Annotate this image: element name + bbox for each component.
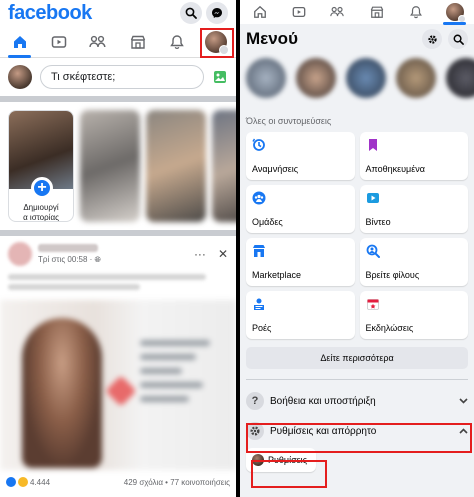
- events-icon: [366, 297, 380, 311]
- tile-find-friends[interactable]: Βρείτε φίλους: [359, 238, 468, 286]
- post-stats: 4.444 429 σχόλια • 77 κοινοποιήσεις: [0, 470, 236, 494]
- post-author-avatar[interactable]: [8, 242, 32, 266]
- profile-shortcut[interactable]: [396, 58, 436, 98]
- story-thumbnail[interactable]: [212, 110, 236, 222]
- settings-privacy-label: Ρυθμίσεις και απόρρητο: [270, 425, 377, 437]
- video-icon: [292, 6, 305, 18]
- feeds-icon: [252, 297, 266, 311]
- feed-tab-bar: [0, 26, 236, 58]
- bell-icon: [409, 6, 422, 19]
- post-text: [0, 272, 236, 300]
- help-icon: ?: [246, 392, 264, 410]
- settings-gear-icon[interactable]: [422, 29, 442, 49]
- search-icon[interactable]: [448, 29, 468, 49]
- friends-icon: [330, 6, 344, 17]
- marketplace-tab[interactable]: [357, 0, 396, 24]
- find-friends-icon: [366, 244, 380, 258]
- tile-groups[interactable]: Ομάδες: [246, 185, 355, 233]
- video-tab[interactable]: [39, 26, 78, 57]
- tile-memories[interactable]: Αναμνήσεις: [246, 132, 355, 180]
- store-icon: [130, 35, 145, 49]
- stories-row: + Δημιουργί α ιστορίας: [0, 102, 236, 230]
- globe-icon: 🌐︎: [94, 254, 101, 264]
- profile-shortcut[interactable]: [446, 58, 474, 98]
- home-icon: [13, 35, 26, 48]
- comments-shares-count[interactable]: 429 σχόλια • 77 κοινοποιήσεις: [124, 478, 230, 487]
- post-author-name[interactable]: [38, 243, 98, 252]
- tile-saved[interactable]: Αποθηκευμένα: [359, 132, 468, 180]
- store-icon: [370, 6, 383, 18]
- photo-icon[interactable]: [212, 69, 228, 85]
- feed-post: Τρί στις 00:58 · 🌐︎ ··· ✕ 4.444 429 σχόλ…: [0, 236, 236, 494]
- tile-marketplace[interactable]: Marketplace: [246, 238, 355, 286]
- home-tab[interactable]: [240, 0, 279, 24]
- menu-pane: Μενού Όλες οι συντομεύσεις Αναμνήσεις Απ…: [240, 0, 474, 497]
- profile-shortcut[interactable]: [296, 58, 336, 98]
- help-support-row[interactable]: ? Βοήθεια και υποστήριξη: [240, 386, 474, 416]
- facebook-logo[interactable]: facebook: [8, 2, 92, 25]
- notifications-tab[interactable]: [396, 0, 435, 24]
- settings-gear-icon: [246, 422, 264, 440]
- groups-icon: [252, 191, 266, 205]
- settings-privacy-row[interactable]: Ρυθμίσεις και απόρρητο: [240, 416, 474, 446]
- marketplace-icon: [252, 244, 266, 258]
- create-story-label: Δημιουργί α ιστορίας: [23, 203, 59, 222]
- menu-tab-bar: [240, 0, 474, 25]
- create-story-card[interactable]: + Δημιουργί α ιστορίας: [8, 110, 74, 222]
- add-story-icon[interactable]: +: [31, 177, 53, 199]
- settings-item[interactable]: Ρυθμίσεις: [246, 448, 316, 472]
- profiles-strip: [240, 54, 474, 114]
- chevron-up-icon: [459, 426, 468, 436]
- video-icon: [366, 191, 380, 205]
- settings-profile-icon: [252, 454, 264, 466]
- post-image[interactable]: [0, 300, 236, 470]
- profile-shortcut[interactable]: [246, 58, 286, 98]
- like-reaction-icon: [6, 477, 16, 487]
- memories-icon: [252, 138, 266, 152]
- tile-feeds[interactable]: Ροές: [246, 291, 355, 339]
- composer: Τι σκέφτεστε;: [0, 58, 236, 96]
- menu-tab[interactable]: [435, 0, 474, 25]
- friends-icon: [89, 35, 106, 47]
- profile-avatar: [205, 30, 230, 55]
- post-close-button[interactable]: ✕: [218, 247, 228, 261]
- reactions-count[interactable]: 4.444: [30, 478, 50, 487]
- video-icon: [51, 35, 67, 48]
- profile-avatar: [445, 3, 466, 23]
- status-input[interactable]: Τι σκέφτεστε;: [40, 65, 204, 89]
- story-thumbnail[interactable]: [80, 110, 140, 222]
- shortcuts-grid: Αναμνήσεις Αποθηκευμένα Ομάδες Βίντεο Ma…: [240, 128, 474, 343]
- story-thumbnail[interactable]: [146, 110, 206, 222]
- messenger-icon[interactable]: [206, 2, 228, 24]
- marketplace-tab[interactable]: [118, 26, 157, 57]
- haha-reaction-icon: [18, 477, 28, 487]
- post-timestamp: Τρί στις 00:58 · 🌐︎: [38, 254, 101, 264]
- home-icon: [253, 5, 266, 18]
- tile-video[interactable]: Βίντεο: [359, 185, 468, 233]
- video-tab[interactable]: [279, 0, 318, 24]
- bell-icon: [170, 34, 184, 49]
- search-icon[interactable]: [180, 2, 202, 24]
- friends-tab[interactable]: [79, 26, 118, 57]
- see-more-button[interactable]: Δείτε περισσότερα: [246, 347, 468, 369]
- menu-title: Μενού: [246, 29, 298, 48]
- notifications-tab[interactable]: [157, 26, 196, 57]
- user-avatar[interactable]: [8, 65, 32, 89]
- shortcuts-label: Όλες οι συντομεύσεις: [246, 116, 332, 126]
- feed-pane: facebook Τι σκέφτεστε; + Δημιουργί α ιστ…: [0, 0, 236, 497]
- menu-tab[interactable]: [197, 26, 236, 57]
- settings-item-label: Ρυθμίσεις: [268, 455, 308, 465]
- saved-icon: [366, 138, 380, 152]
- friends-tab[interactable]: [318, 0, 357, 24]
- feed-header: facebook: [0, 0, 236, 26]
- tile-events[interactable]: Εκδηλώσεις: [359, 291, 468, 339]
- home-tab[interactable]: [0, 26, 39, 58]
- profile-shortcut[interactable]: [346, 58, 386, 98]
- post-more-button[interactable]: ···: [194, 247, 206, 261]
- chevron-down-icon: [459, 396, 468, 406]
- help-support-label: Βοήθεια και υποστήριξη: [270, 395, 376, 407]
